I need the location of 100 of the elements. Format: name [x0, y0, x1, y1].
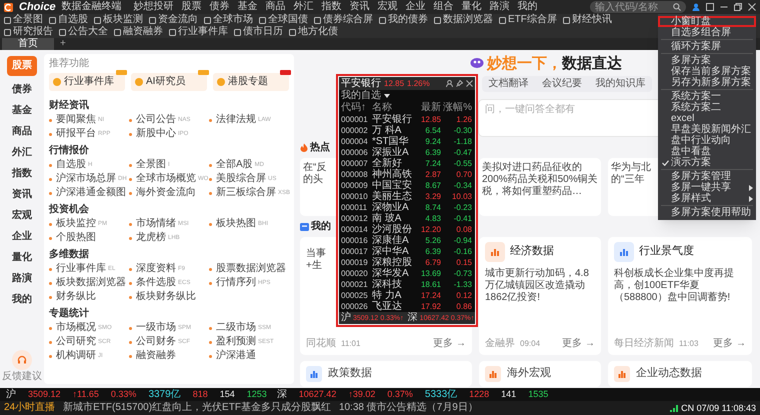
card-text: 华为与北: [611, 162, 651, 174]
table-cell-text: 万 科A: [372, 126, 402, 136]
table-cell-text: 深科技: [372, 280, 403, 290]
table-cell-text: 深粮控股: [372, 258, 413, 268]
table-cell-text: 000021: [341, 280, 369, 288]
table-cell-text: 0.08: [455, 226, 472, 234]
table-cell-text: 000011: [341, 204, 368, 212]
timestamp: 11:03: [679, 340, 698, 348]
section-title: 推荐功能: [49, 58, 90, 70]
table-cell-text: 深振业A: [372, 148, 410, 158]
table-cell-text: -0.73: [452, 270, 472, 278]
table-cell-text: -0.47: [452, 148, 472, 156]
turnover: 5333亿: [424, 390, 458, 400]
table-cell-text: 000014: [341, 226, 369, 234]
table-cell-text: 0.86: [455, 302, 472, 310]
table-cell-text: 000008: [341, 170, 369, 178]
table-cell-text: 神州高铁: [372, 170, 413, 180]
table-cell-text: 13.69: [420, 270, 441, 278]
table-cell-text: 10.03: [450, 192, 472, 200]
turnover: 3379亿: [148, 390, 181, 400]
table-cell-text: 特 力A: [372, 290, 402, 300]
table-cell-text: 000010: [341, 192, 369, 200]
stock-price: 12.85: [384, 80, 404, 88]
table-cell-text: 0.70: [455, 170, 472, 178]
table-cell-text: 1.26: [455, 116, 472, 124]
app-subtitle: 数据金融终端: [62, 2, 122, 12]
table-cell-text: 000001: [341, 116, 369, 124]
table-cell-text: -1.18: [452, 138, 472, 146]
table-cell-text: 9.24: [424, 138, 441, 146]
chip-label: 行业事件库: [64, 77, 114, 87]
card-title: 海外宏观: [507, 368, 551, 379]
headline: 数据直达: [562, 56, 622, 70]
card-title: 政策数据: [328, 368, 372, 379]
index-value: 10627.42: [298, 390, 336, 399]
section-title: 行情报价: [49, 145, 90, 157]
table-cell-text: 000017: [341, 248, 369, 256]
table-cell-text: -0.23: [452, 204, 472, 212]
section-heading: 我的: [311, 222, 331, 232]
timestamp: 11:01: [341, 340, 360, 348]
table-cell-text: 2.87: [424, 170, 441, 178]
table-cell-text: 8.67: [424, 182, 441, 190]
decliners-count: 1535: [528, 390, 548, 399]
live-label: 24小时直播: [4, 403, 56, 413]
card-title: 企业动态数据: [636, 368, 702, 379]
table-cell-text: -0.55: [452, 160, 472, 168]
table-cell-text: 6.79: [424, 258, 441, 266]
table-cell-text: 8.74: [424, 204, 441, 212]
index-label: 深: [408, 313, 418, 323]
table-cell-text: 美丽生态: [372, 192, 413, 202]
card-title: 经济数据: [510, 246, 554, 257]
table-cell-text: 12.85: [420, 116, 441, 124]
table-cell-text: 17.92: [420, 302, 441, 310]
index-label: 沪: [341, 313, 351, 323]
table-cell-text: 000006: [341, 148, 369, 156]
table-cell-text: 000016: [341, 236, 369, 244]
table-cell-text: 0.12: [455, 292, 472, 300]
table-cell-text: 000007: [341, 160, 369, 168]
table-cell-text: 18.61: [420, 280, 441, 288]
table-cell-text: 6.39: [424, 248, 441, 256]
table-cell-text: 深物业A: [372, 202, 409, 212]
table-cell-text: 6.54: [424, 126, 441, 134]
table-cell-text: -0.34: [452, 182, 472, 190]
table-cell-text: 000025: [341, 292, 369, 300]
index-label: 沪: [6, 390, 16, 400]
table-cell-text: 沙河股份: [372, 224, 413, 234]
table-cell-text: 中国宝安: [372, 180, 413, 190]
table-cell-text: 深中华A: [372, 246, 410, 256]
table-cell-text: 000004: [341, 138, 369, 146]
unchanged-count: 154: [220, 390, 235, 399]
table-cell-text: 7.24: [424, 160, 441, 168]
table-cell-text: -0.30: [452, 126, 472, 134]
stock-name: 平安银行: [341, 78, 381, 88]
table-cell-text: -1.33: [452, 280, 472, 288]
advancers-count: 818: [192, 390, 208, 399]
card-text: 美拟对进口药品征收的200%药品关税和50%铜关税，将如何重塑药品…: [482, 162, 598, 198]
chip-label: AI研究员: [146, 77, 186, 87]
card-text: 的“三年: [611, 174, 644, 186]
table-cell-text: 0.15: [455, 258, 472, 266]
card-text: 当事: [306, 248, 326, 260]
table-cell-text: 000026: [341, 302, 369, 310]
table-cell-text: 平安银行: [372, 114, 413, 124]
stock-change: 1.26%: [407, 80, 430, 88]
table-cell-text: *ST国华: [372, 136, 410, 146]
index-label: 深: [276, 390, 287, 400]
table-cell-text: 全新好: [372, 158, 403, 168]
card-text: 科创板成长企业集中度再提高，创100ETF华夏（588800）盘中回调蓄势!: [614, 268, 735, 304]
table-cell-text: 12.20: [420, 226, 441, 234]
card-text: 在“反: [303, 162, 326, 174]
card-text: +生: [306, 260, 322, 272]
news-source: 金融界: [485, 339, 515, 349]
index-percent: 0.37%: [387, 390, 413, 399]
clock: CN 07/09 11:08:43: [681, 404, 756, 412]
section-title: 多维数据: [49, 249, 90, 261]
table-cell-text: 000019: [341, 258, 369, 266]
timestamp: 09:04: [520, 340, 540, 348]
table-cell-text: 6.39: [424, 148, 441, 156]
index-percent: 0.33%: [110, 390, 136, 399]
table-cell-text: 南 玻A: [372, 214, 402, 224]
index-value: 3509.12: [28, 390, 61, 399]
index-change: ↑11.65: [72, 390, 99, 399]
